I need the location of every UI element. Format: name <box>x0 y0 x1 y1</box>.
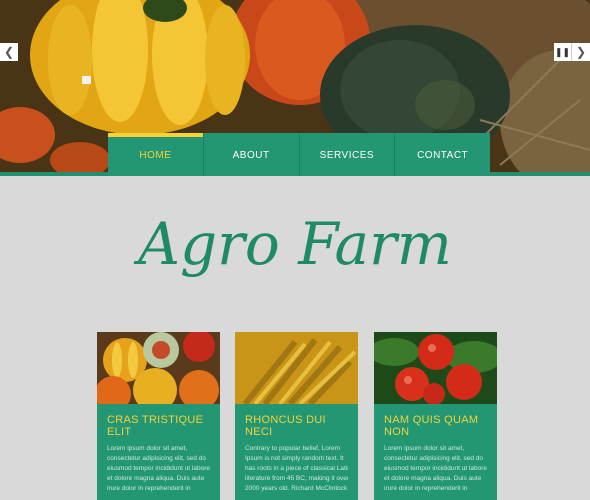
card-image-gourds <box>97 332 220 404</box>
card-title: CRAS TRISTIQUE ELIT <box>107 414 204 438</box>
nav-item-services[interactable]: SERVICES <box>300 133 396 176</box>
feature-card[interactable]: NAM QUIS QUAM NON Lorem ipsum dolor sit … <box>374 332 497 500</box>
feature-card[interactable]: CRAS TRISTIQUE ELIT Lorem ipsum dolor si… <box>97 332 220 500</box>
card-title: NAM QUIS QUAM NON <box>384 414 479 438</box>
card-text: Lorem ipsum dolor sit amet, consectetur … <box>384 445 487 492</box>
card-image-wheat <box>235 332 358 404</box>
site-title: Agro Farm <box>138 210 452 278</box>
card-title: RHONCUS DUI NECI <box>245 414 326 438</box>
card-text: Lorem ipsum dolor sit amet, consectetur … <box>107 445 210 492</box>
main-nav: HOME ABOUT SERVICES CONTACT <box>108 133 490 176</box>
nav-item-about[interactable]: ABOUT <box>204 133 300 176</box>
slider-next-button[interactable]: ❯ <box>572 43 590 61</box>
feature-card[interactable]: RHONCUS DUI NECI Contrary to popular bel… <box>235 332 358 500</box>
slider-pause-button[interactable]: ❚❚ <box>554 43 572 61</box>
card-image-tomatoes <box>374 332 497 404</box>
nav-item-contact[interactable]: CONTACT <box>395 133 490 176</box>
slider-prev-button[interactable]: ❮ <box>0 43 18 61</box>
slide-marker <box>82 76 91 84</box>
card-text: Contrary to popular belief, Lorem Ipsum … <box>245 445 348 492</box>
nav-item-home[interactable]: HOME <box>108 133 204 176</box>
